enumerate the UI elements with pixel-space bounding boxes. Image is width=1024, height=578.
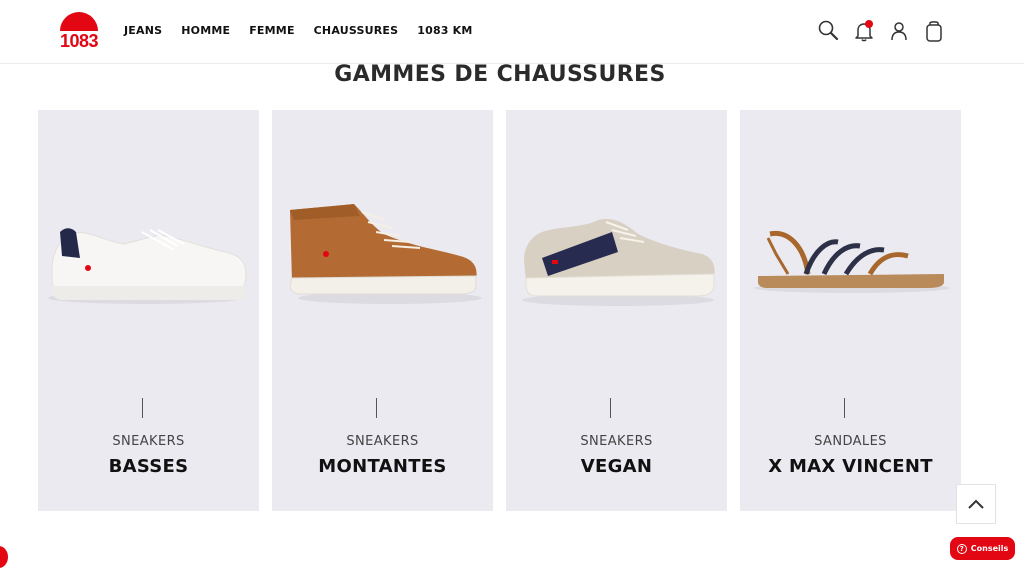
card-divider [376, 398, 377, 418]
main-nav: JEANS HOMME FEMME CHAUSSURES 1083 KM [124, 24, 492, 37]
card-name: X MAX VINCENT [768, 456, 933, 477]
chevron-up-icon [968, 499, 984, 509]
card-category: SNEAKERS [580, 434, 653, 449]
nav-item-femme[interactable]: FEMME [249, 24, 294, 37]
card-category: SNEAKERS [112, 434, 185, 449]
brown-high-sneaker-image [289, 204, 482, 304]
range-card-vegan[interactable]: SNEAKERS VEGAN [506, 110, 727, 511]
nav-item-homme[interactable]: HOMME [181, 24, 230, 37]
nav-item-jeans[interactable]: JEANS [124, 24, 162, 37]
range-card-montantes[interactable]: SNEAKERS MONTANTES [272, 110, 493, 511]
search-icon[interactable] [816, 18, 842, 44]
user-icon[interactable] [886, 18, 912, 44]
card-divider [142, 398, 143, 418]
beige-navy-sneaker-image [522, 218, 715, 306]
strappy-sandal-image [754, 230, 950, 293]
brand-logo[interactable]: 1083 [58, 12, 100, 52]
conseils-label: Conseils [970, 544, 1009, 553]
white-low-sneaker-image [48, 228, 247, 304]
card-divider [844, 398, 845, 418]
range-card-basses[interactable]: SNEAKERS BASSES [38, 110, 259, 511]
shoe-range-grid: SNEAKERS BASSES SNEAKERS MONTANTES SNEAK… [38, 110, 974, 511]
notification-badge [865, 20, 873, 28]
scroll-to-top-button[interactable] [956, 484, 996, 524]
nav-item-chaussures[interactable]: CHAUSSURES [314, 24, 399, 37]
card-category: SNEAKERS [346, 434, 419, 449]
header-icons [816, 18, 956, 44]
nav-item-1083-km[interactable]: 1083 KM [417, 24, 472, 37]
range-card-x-max-vincent[interactable]: SANDALES X MAX VINCENT [740, 110, 961, 511]
section-title: GAMMES DE CHAUSSURES [334, 62, 666, 87]
card-divider [610, 398, 611, 418]
card-category: SANDALES [814, 434, 887, 449]
chat-bubble-button[interactable] [0, 546, 8, 568]
card-name: VEGAN [580, 456, 653, 477]
logo-text: 1083 [58, 31, 100, 52]
cart-icon[interactable] [921, 18, 947, 44]
question-icon: ? [956, 543, 967, 554]
site-header: 1083 JEANS HOMME FEMME CHAUSSURES 1083 K… [0, 0, 1024, 64]
conseils-help-button[interactable]: ? Conseils [950, 537, 1015, 560]
bell-icon[interactable] [851, 18, 877, 44]
card-name: MONTANTES [318, 456, 447, 477]
card-name: BASSES [108, 456, 189, 477]
